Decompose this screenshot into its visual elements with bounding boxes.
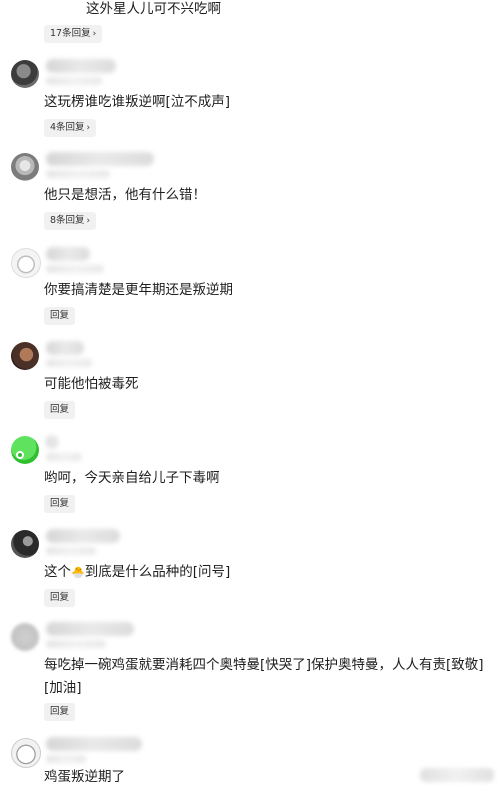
meta-blurred <box>46 77 102 85</box>
chevron-right-icon: › <box>92 29 97 39</box>
username-blurred <box>46 59 116 73</box>
pointer-hand-icon <box>16 451 24 459</box>
meta-blurred <box>46 170 110 178</box>
username-blurred <box>46 737 142 751</box>
reply-label: 回复 <box>50 706 70 717</box>
username-blurred <box>46 247 90 261</box>
comment-text: 这外星人儿可不兴吃啊 <box>86 1 221 17</box>
reply-count-label: 4条回复 <box>50 122 85 133</box>
chevron-right-icon: › <box>86 123 91 133</box>
meta-blurred <box>46 453 82 461</box>
reply-button[interactable]: 回复 <box>44 307 76 325</box>
user-avatar[interactable] <box>11 60 39 88</box>
user-avatar[interactable] <box>11 248 41 278</box>
reply-label: 回复 <box>50 592 70 603</box>
reply-count-label: 8条回复 <box>50 215 85 226</box>
comment-text: 这个🐣到底是什么品种的[问号] <box>44 561 490 584</box>
reply-button[interactable]: 回复 <box>44 401 76 419</box>
username-blurred <box>46 341 84 355</box>
reply-count-label: 17条回复 <box>50 28 91 39</box>
comment-text: 这玩楞谁吃谁叛逆啊[泣不成声] <box>44 94 231 110</box>
watermark-blurred <box>420 768 494 782</box>
meta-blurred <box>46 359 92 367</box>
chick-emoji-icon: 🐣 <box>71 566 85 579</box>
reply-label: 回复 <box>50 404 70 415</box>
meta-blurred <box>46 547 96 555</box>
user-avatar[interactable] <box>11 342 39 370</box>
reply-label: 回复 <box>50 310 70 321</box>
username-blurred <box>46 435 58 449</box>
user-avatar[interactable] <box>11 623 39 651</box>
view-replies-button[interactable]: 17条回复 › <box>44 25 103 43</box>
comment-text-after: 到底是什么品种的[问号] <box>84 564 231 580</box>
username-blurred <box>46 152 154 166</box>
meta-blurred <box>46 265 104 273</box>
view-replies-button[interactable]: 8条回复 › <box>44 212 97 230</box>
comment-text: 可能他怕被毒死 <box>44 376 139 392</box>
comment-text: 哟呵，今天亲自给儿子下毒啊 <box>44 470 220 486</box>
comment-text: 你要搞清楚是更年期还是叛逆期 <box>44 282 233 298</box>
meta-blurred <box>46 640 106 648</box>
reply-button[interactable]: 回复 <box>44 703 76 721</box>
user-avatar[interactable] <box>11 436 39 464</box>
reply-button[interactable]: 回复 <box>44 495 76 513</box>
reply-label: 回复 <box>50 498 70 509</box>
username-blurred <box>46 529 120 543</box>
reply-button[interactable]: 回复 <box>44 589 76 607</box>
chevron-right-icon: › <box>86 216 91 226</box>
view-replies-button[interactable]: 4条回复 › <box>44 119 97 137</box>
comment-text: 他只是想活，他有什么错！ <box>44 187 206 203</box>
user-avatar[interactable] <box>11 153 39 181</box>
user-avatar[interactable] <box>11 530 39 558</box>
username-blurred <box>46 622 134 636</box>
comment-text-before: 这个 <box>44 564 71 580</box>
comment-text: 每吃掉一碗鸡蛋就要消耗四个奥特曼[快哭了]保护奥特曼，人人有责[致敬][加油] <box>44 657 484 696</box>
user-avatar[interactable] <box>11 738 41 768</box>
meta-blurred <box>46 755 86 763</box>
